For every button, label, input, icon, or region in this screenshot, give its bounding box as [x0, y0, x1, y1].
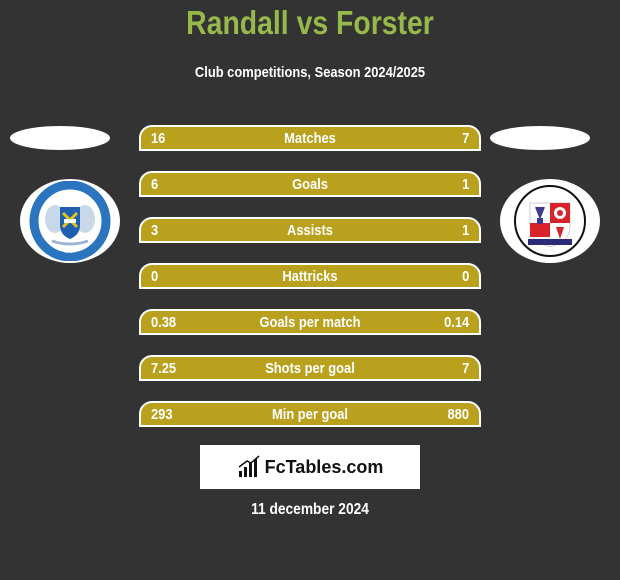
- stat-label: Min per goal: [272, 405, 348, 423]
- stat-label: Goals per match: [259, 313, 361, 331]
- crest-year: 1934: [64, 249, 75, 255]
- left-value: 6: [151, 175, 159, 193]
- fctables-brand-link[interactable]: FcTables.com: [200, 445, 420, 489]
- left-club-logo[interactable]: 1934: [20, 179, 120, 263]
- right-player-placeholder: [490, 126, 590, 150]
- right-value: 1: [461, 175, 469, 193]
- stat-label: Matches: [284, 129, 336, 147]
- left-player-placeholder: [10, 126, 110, 150]
- stat-label: Hattricks: [282, 267, 338, 285]
- bar-chart-icon: [238, 455, 260, 477]
- left-value: 16: [151, 129, 166, 147]
- stat-row-min-per-goal: 293 Min per goal 880: [139, 401, 481, 427]
- right-value: 0: [461, 267, 469, 285]
- stat-row-matches: 16 Matches 7: [139, 125, 481, 151]
- left-value: 3: [151, 221, 159, 239]
- stat-row-goals-per-match: 0.38 Goals per match 0.14: [139, 309, 481, 335]
- stat-label: Assists: [287, 221, 333, 239]
- right-value: 7: [461, 129, 469, 147]
- left-value: 0: [151, 267, 159, 285]
- right-value: 880: [447, 405, 469, 423]
- page-subtitle: Club competitions, Season 2024/2025: [194, 64, 426, 81]
- brand-name: FcTables.com: [264, 456, 384, 477]
- stat-row-assists: 3 Assists 1: [139, 217, 481, 243]
- stat-label: Shots per goal: [265, 359, 355, 377]
- right-club-logo[interactable]: [500, 179, 600, 263]
- footer-date: 11 december 2024: [251, 501, 369, 518]
- stat-label: Goals: [292, 175, 328, 193]
- stat-row-hattricks: 0 Hattricks 0: [139, 263, 481, 289]
- stat-row-goals: 6 Goals 1: [139, 171, 481, 197]
- right-value: 1: [461, 221, 469, 239]
- page-title: Randall vs Forster: [186, 4, 434, 41]
- stat-row-shots-per-goal: 7.25 Shots per goal 7: [139, 355, 481, 381]
- crawley-crest-icon: [512, 183, 588, 259]
- peterborough-crest-icon: 1934: [29, 181, 111, 261]
- right-value: 7: [461, 359, 469, 377]
- right-value: 0.14: [443, 313, 469, 331]
